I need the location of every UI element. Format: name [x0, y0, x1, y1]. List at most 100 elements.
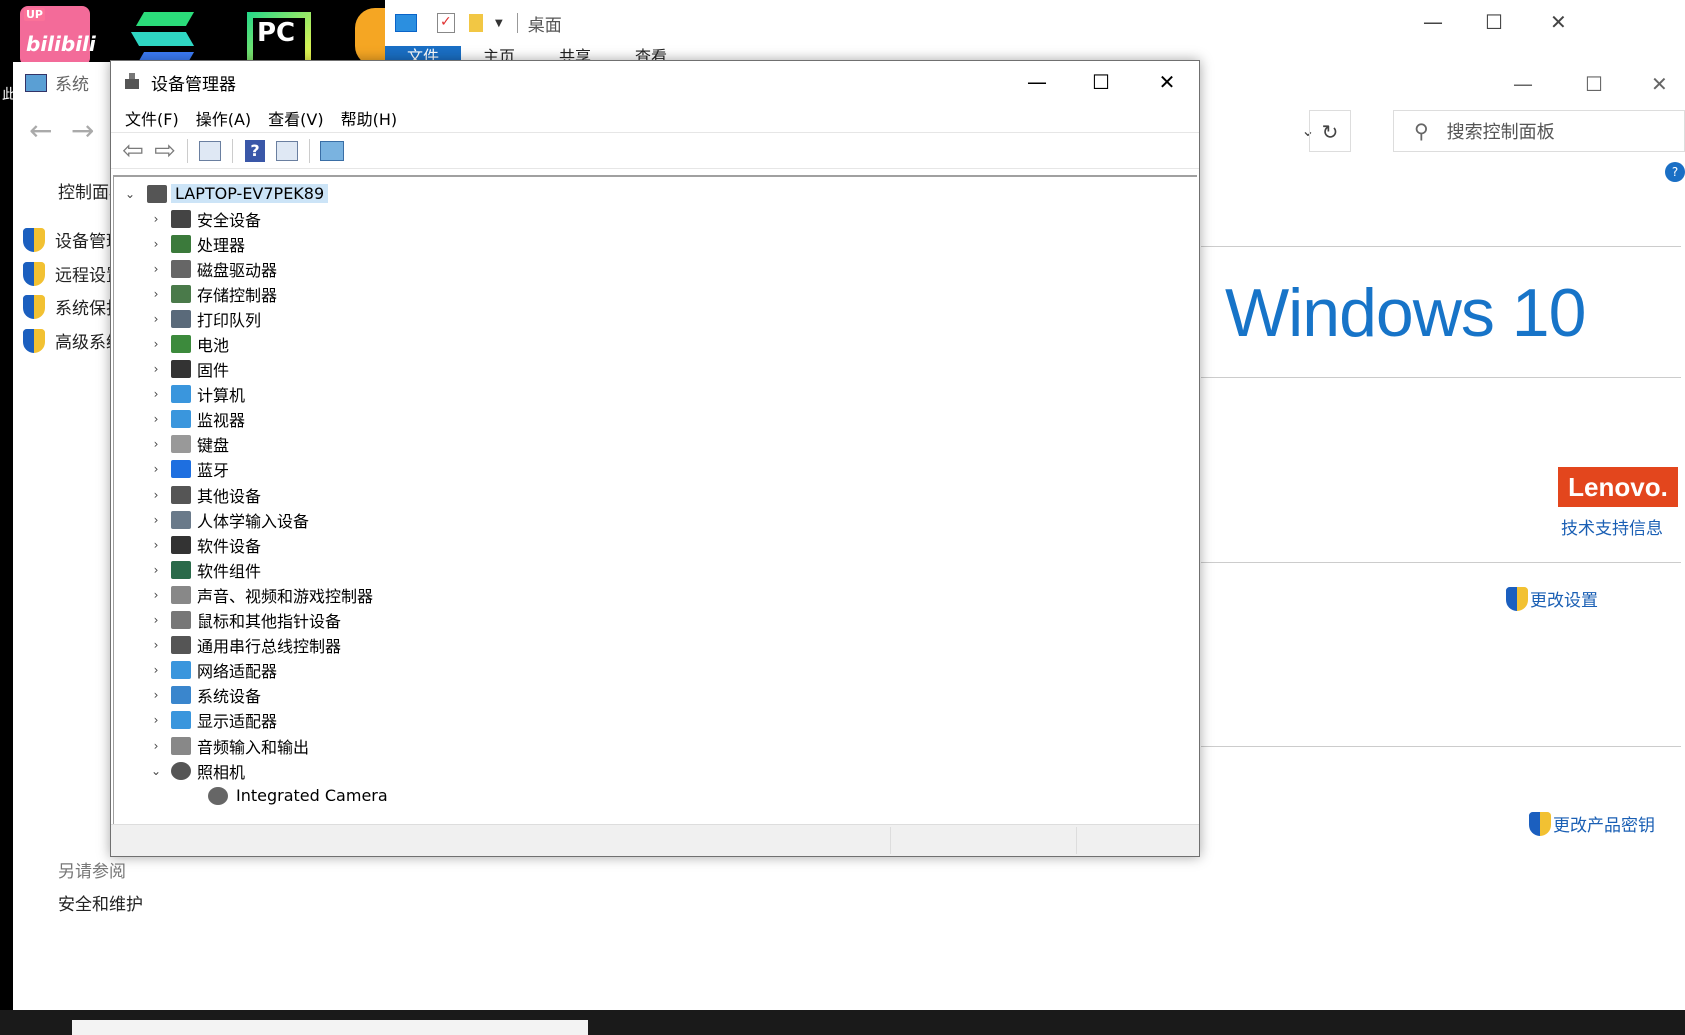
chevron-right-icon[interactable]: ›	[149, 312, 163, 326]
menu-help[interactable]: 帮助(H)	[335, 106, 409, 130]
menu-view[interactable]: 查看(V)	[262, 106, 334, 130]
tree-category[interactable]: › 鼠标和其他指针设备	[114, 608, 1197, 633]
chevron-right-icon[interactable]: ›	[149, 638, 163, 652]
tree-category[interactable]: › 处理器	[114, 231, 1197, 256]
chevron-right-icon[interactable]: ›	[149, 337, 163, 351]
chevron-right-icon[interactable]: ›	[149, 663, 163, 677]
chevron-right-icon[interactable]: ›	[149, 287, 163, 301]
chevron-right-icon[interactable]: ›	[149, 588, 163, 602]
show-hide-console-tree-icon[interactable]	[197, 138, 223, 164]
change-product-key-link[interactable]: 更改产品密钥	[1529, 811, 1655, 836]
orange-app-desktop-icon[interactable]	[355, 8, 385, 66]
tree-category[interactable]: › 软件组件	[114, 557, 1197, 582]
left-link-remote-settings[interactable]: 远程设置	[23, 261, 123, 286]
uac-shield-icon	[23, 294, 45, 319]
tree-category[interactable]: › 显示适配器	[114, 708, 1197, 733]
tree-category[interactable]: › 通用串行总线控制器	[114, 633, 1197, 658]
menu-action[interactable]: 操作(A)	[190, 106, 262, 130]
chevron-right-icon[interactable]: ›	[149, 688, 163, 702]
status-bar	[111, 824, 1199, 856]
tree-category[interactable]: › 安全设备	[114, 206, 1197, 231]
tree-category[interactable]: › 人体学输入设备	[114, 507, 1197, 532]
refresh-button[interactable]: ↻	[1309, 110, 1351, 152]
taskbar-search-box[interactable]	[72, 1020, 588, 1035]
tree-category[interactable]: › 键盘	[114, 432, 1197, 457]
see-also-heading: 另请参阅	[58, 862, 126, 882]
back-arrow-icon[interactable]: ←	[29, 114, 52, 147]
chevron-right-icon[interactable]: ›	[149, 713, 163, 727]
tree-category[interactable]: › 监视器	[114, 407, 1197, 432]
device-manager-title: 设备管理器	[151, 74, 236, 95]
menu-file[interactable]: 文件(F)	[119, 106, 190, 130]
tree-category[interactable]: › 固件	[114, 357, 1197, 382]
device-manager-title-bar[interactable]: 设备管理器 — ☐ ✕	[111, 61, 1199, 103]
action-pane-icon[interactable]	[274, 138, 300, 164]
chevron-right-icon[interactable]: ›	[149, 412, 163, 426]
left-link-device-manager[interactable]: 设备管理	[23, 227, 123, 252]
category-label: 鼠标和其他指针设备	[197, 612, 342, 632]
back-icon[interactable]: ⇦	[120, 136, 146, 166]
close-button[interactable]: ✕	[1134, 61, 1200, 103]
chevron-right-icon[interactable]: ›	[149, 387, 163, 401]
control-panel-search-input[interactable]: ⚲ 搜索控制面板	[1393, 110, 1685, 152]
chevron-right-icon[interactable]: ›	[149, 237, 163, 251]
forward-icon[interactable]: ⇨	[152, 136, 178, 166]
chevron-right-icon[interactable]: ›	[149, 563, 163, 577]
chevron-down-icon[interactable]: ⌄	[149, 764, 163, 778]
help-icon[interactable]: ?	[1665, 162, 1685, 182]
system-maximize-button[interactable]: ☐	[1585, 72, 1603, 96]
system-close-button[interactable]: ✕	[1651, 72, 1668, 96]
pycharm-desktop-icon[interactable]: PC	[247, 12, 311, 66]
tree-category[interactable]: › 系统设备	[114, 683, 1197, 708]
tree-category[interactable]: › 音频输入和输出	[114, 733, 1197, 758]
tree-category[interactable]: › 软件设备	[114, 532, 1197, 557]
chevron-right-icon[interactable]: ›	[149, 462, 163, 476]
pycharm-label: PC	[253, 18, 305, 60]
system-window-title: 系统	[55, 75, 89, 95]
tree-category[interactable]: › 磁盘驱动器	[114, 256, 1197, 281]
system-icon	[25, 73, 47, 92]
chevron-down-icon[interactable]: ⌄	[123, 187, 137, 201]
chevron-right-icon[interactable]: ›	[149, 437, 163, 451]
properties-quick-access-icon[interactable]	[437, 13, 455, 33]
quick-access-dropdown-icon[interactable]: ▼	[495, 18, 503, 29]
maximize-button[interactable]: ☐	[1068, 61, 1134, 103]
chevron-right-icon[interactable]: ›	[149, 262, 163, 276]
bilibili-desktop-icon[interactable]: UP bilibili	[20, 6, 96, 66]
explorer-minimize-button[interactable]: —	[1423, 10, 1443, 34]
green-app-desktop-icon[interactable]	[130, 4, 200, 66]
tree-category[interactable]: › 其他设备	[114, 482, 1197, 507]
usb-icon	[171, 636, 191, 655]
forward-arrow-icon[interactable]: →	[71, 114, 94, 147]
tree-category[interactable]: › 声音、视频和游戏控制器	[114, 582, 1197, 607]
chevron-right-icon[interactable]: ›	[149, 488, 163, 502]
tree-category[interactable]: › 打印队列	[114, 306, 1197, 331]
left-link-system-protection[interactable]: 系统保护	[23, 294, 123, 319]
left-link-advanced-settings[interactable]: 高级系统	[23, 328, 123, 353]
chevron-right-icon[interactable]: ›	[149, 212, 163, 226]
system-minimize-button[interactable]: —	[1513, 72, 1533, 96]
explorer-maximize-button[interactable]: ☐	[1485, 10, 1503, 34]
chevron-right-icon[interactable]: ›	[149, 362, 163, 376]
explorer-close-button[interactable]: ✕	[1550, 10, 1567, 34]
support-info-link[interactable]: 技术支持信息	[1561, 514, 1663, 539]
chevron-right-icon[interactable]: ›	[149, 538, 163, 552]
help-icon[interactable]: ?	[242, 138, 268, 164]
system-device-icon	[171, 686, 191, 705]
minimize-button[interactable]: —	[1004, 61, 1070, 103]
tree-category[interactable]: › 存储控制器	[114, 281, 1197, 306]
chevron-right-icon[interactable]: ›	[149, 739, 163, 753]
security-maintenance-link[interactable]: 安全和维护	[58, 890, 143, 915]
tree-device-integrated-camera[interactable]: Integrated Camera	[114, 783, 1197, 808]
tree-category[interactable]: › 电池	[114, 331, 1197, 356]
change-settings-link[interactable]: 更改设置	[1506, 586, 1598, 611]
tree-category-camera[interactable]: ⌄ 照相机	[114, 758, 1197, 783]
chevron-right-icon[interactable]: ›	[149, 613, 163, 627]
tree-root-computer[interactable]: ⌄ LAPTOP-EV7PEK89	[114, 181, 1197, 206]
scan-hardware-changes-icon[interactable]	[319, 138, 345, 164]
new-folder-quick-access-icon[interactable]	[469, 14, 483, 32]
tree-category[interactable]: › 计算机	[114, 382, 1197, 407]
tree-category[interactable]: › 网络适配器	[114, 658, 1197, 683]
chevron-right-icon[interactable]: ›	[149, 513, 163, 527]
tree-category[interactable]: › 蓝牙	[114, 457, 1197, 482]
